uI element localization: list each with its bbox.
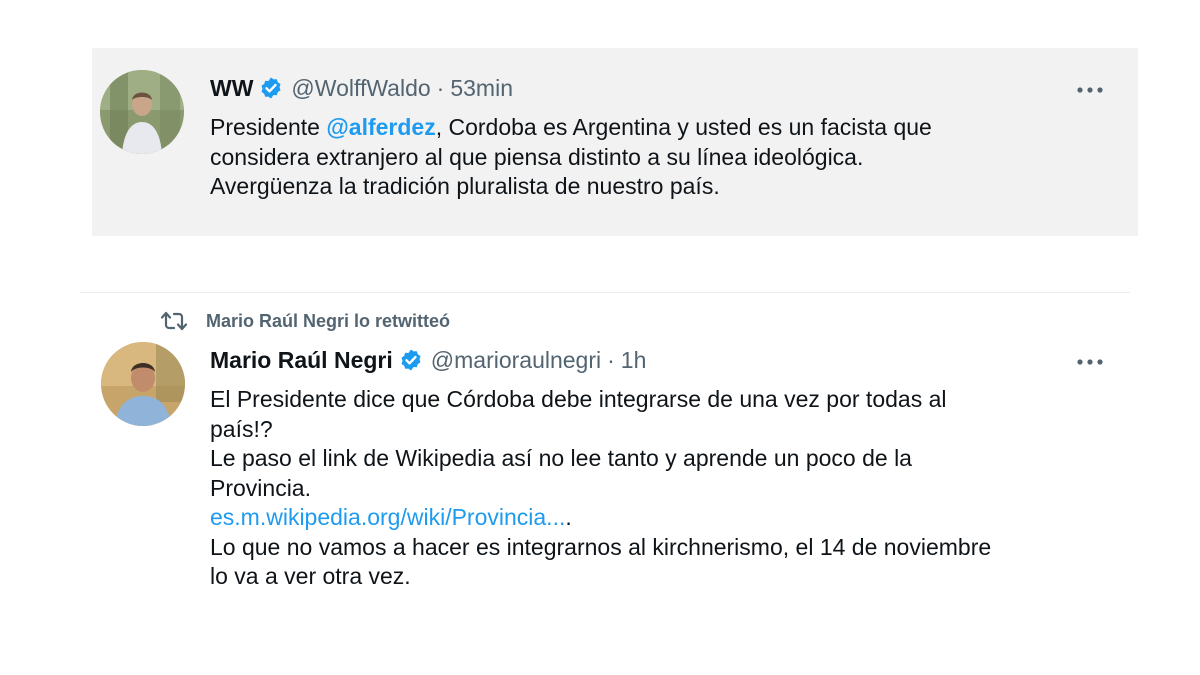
verified-badge-icon	[399, 348, 423, 372]
tweet-text-line: es.m.wikipedia.org/wiki/Provincia....	[210, 503, 991, 533]
retweet-icon	[160, 310, 188, 332]
tweet-text-line: Presidente @alferdez, Cordoba es Argenti…	[210, 113, 932, 143]
user-handle[interactable]: @marioraulnegri	[431, 346, 601, 374]
more-options-button[interactable]	[1070, 352, 1110, 372]
retweet-context: Mario Raúl Negri lo retwitteó	[160, 310, 450, 332]
text-segment: , Cordoba es Argentina y usted es un fac…	[435, 114, 932, 140]
avatar[interactable]	[100, 70, 184, 154]
wikipedia-link[interactable]: es.m.wikipedia.org/wiki/Provincia...	[210, 504, 565, 530]
tweet-text-line: El Presidente dice que Córdoba debe inte…	[210, 386, 947, 412]
display-name[interactable]: Mario Raúl Negri	[210, 346, 393, 374]
more-options-button[interactable]	[1070, 80, 1110, 100]
tweet-text-line: Le paso el link de Wikipedia así no lee …	[210, 445, 912, 471]
avatar[interactable]	[101, 342, 185, 426]
tweet-text: Presidente @alferdez, Cordoba es Argenti…	[210, 113, 932, 202]
timestamp[interactable]: 53min	[450, 74, 513, 102]
tweet-text-line: Lo que no vamos a hacer es integrarnos a…	[210, 533, 992, 560]
tweet-card-wolffwaldo[interactable]: WW @WolffWaldo · 53min Presidente @alfer…	[92, 48, 1138, 236]
tweet-header: Mario Raúl Negri @marioraulnegri · 1h	[210, 346, 646, 374]
tweet-text: El Presidente dice que Córdoba debe inte…	[210, 385, 991, 592]
more-dots-icon	[1077, 359, 1103, 365]
text-segment: .	[565, 504, 572, 530]
text-segment: Presidente	[210, 114, 327, 140]
separator-dot: ·	[436, 75, 445, 101]
user-handle[interactable]: @WolffWaldo	[291, 74, 430, 102]
retweet-label[interactable]: Mario Raúl Negri lo retwitteó	[206, 310, 450, 332]
tweet-text-line: lo va a ver otra vez.	[210, 563, 411, 589]
timestamp[interactable]: 1h	[621, 346, 647, 374]
display-name[interactable]: WW	[210, 74, 253, 102]
divider	[80, 292, 1130, 293]
tweet-text-line: Avergüenza la tradición pluralista de nu…	[210, 173, 720, 199]
tweet-text-line: considera extranjero al que piensa disti…	[210, 143, 864, 170]
more-dots-icon	[1077, 87, 1103, 93]
page: WW @WolffWaldo · 53min Presidente @alfer…	[0, 0, 1200, 675]
tweet-header: WW @WolffWaldo · 53min	[210, 74, 513, 102]
verified-badge-icon	[259, 76, 283, 100]
separator-dot: ·	[607, 347, 615, 373]
tweet-text-line: país!?	[210, 415, 273, 442]
mention-link[interactable]: @alferdez	[326, 114, 435, 140]
tweet-text-line: Provincia.	[210, 474, 311, 501]
